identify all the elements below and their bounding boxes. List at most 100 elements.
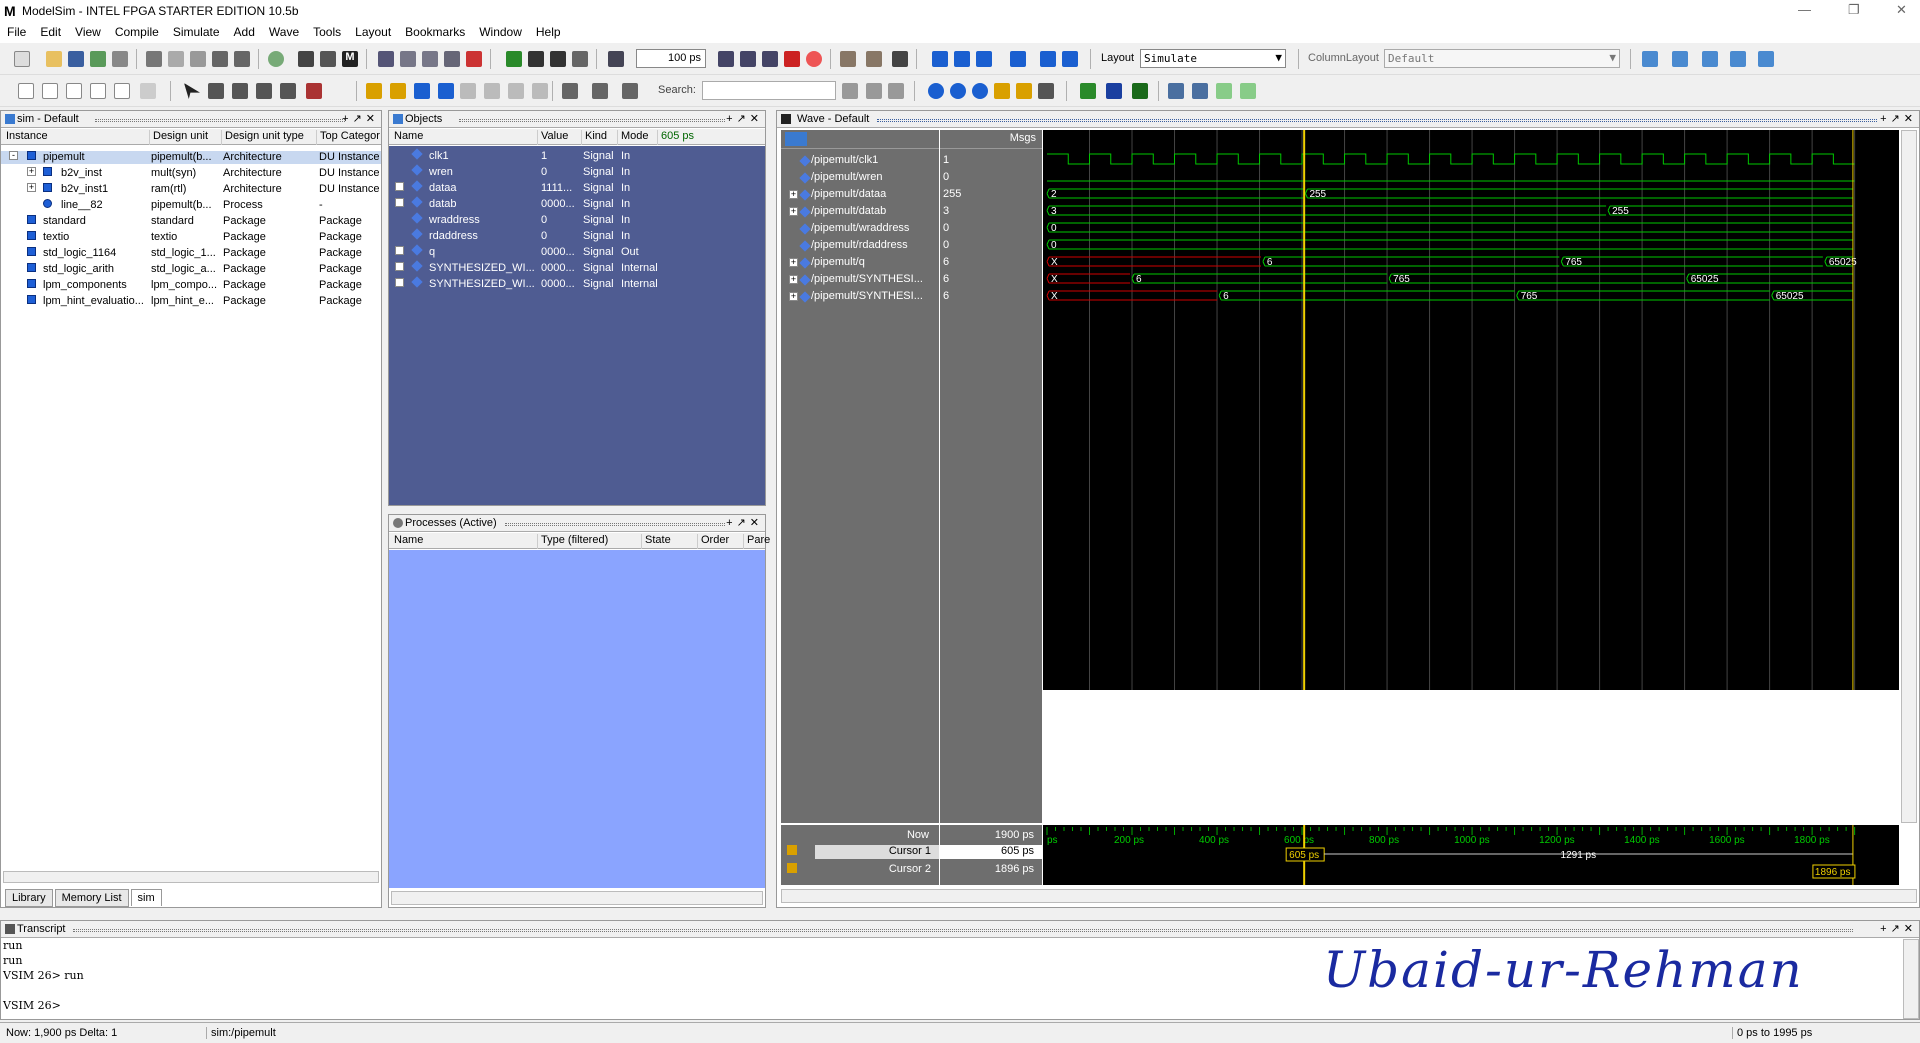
menu-layout[interactable]: Layout xyxy=(348,23,398,39)
up-arrow-icon[interactable] xyxy=(528,51,544,67)
col-design-unit-type[interactable]: Design unit type xyxy=(221,130,304,145)
wave-loop-icon[interactable] xyxy=(954,51,970,67)
list-item[interactable]: wraddress 0 Signal In xyxy=(389,212,765,227)
cursor2-label[interactable]: Cursor 2 xyxy=(889,863,931,875)
run-length-input[interactable]: 100 ps xyxy=(636,49,706,68)
expand-icon[interactable]: + xyxy=(789,207,798,216)
wave-style-icon-4[interactable] xyxy=(1240,83,1256,99)
col-instance[interactable]: Instance xyxy=(3,130,48,145)
pane-controls[interactable]: +↗✕ xyxy=(1880,922,1917,935)
sim-icon-3[interactable] xyxy=(422,51,438,67)
zoom-box-icon[interactable] xyxy=(1038,83,1054,99)
wave-signal-row[interactable]: /pipemult/clk1 xyxy=(781,152,939,169)
forward-arrow-icon[interactable] xyxy=(572,51,588,67)
tab-sim[interactable]: sim xyxy=(130,889,162,906)
menu-bookmarks[interactable]: Bookmarks xyxy=(398,23,472,39)
window-icon-3[interactable] xyxy=(1702,51,1718,67)
run-icon[interactable] xyxy=(718,51,734,67)
table-row[interactable]: + b2v_inst1 ram(rtl) Architecture DU Ins… xyxy=(1,183,381,196)
list-item[interactable]: + SYNTHESIZED_WI... 0000... Signal Internal xyxy=(389,276,765,291)
restore-icon[interactable]: ❐ xyxy=(1848,2,1860,18)
lock-icon[interactable] xyxy=(787,845,797,855)
find-icon[interactable] xyxy=(298,51,314,67)
new-file-icon[interactable] xyxy=(14,51,30,67)
wave-up-icon[interactable] xyxy=(976,51,992,67)
cursor-remove-icon[interactable] xyxy=(390,83,406,99)
table-row[interactable]: line__82 pipemult(b... Process - xyxy=(1,199,381,212)
wave-step-icon[interactable] xyxy=(1040,51,1056,67)
reload-icon[interactable] xyxy=(90,51,106,67)
layout-select[interactable]: Simulate ▼ xyxy=(1140,49,1286,68)
open-folder-icon[interactable] xyxy=(46,51,62,67)
col-mode[interactable]: Mode xyxy=(617,130,649,145)
table-row[interactable]: lpm_components lpm_compo... Package Pack… xyxy=(1,279,381,292)
menu-compile[interactable]: Compile xyxy=(108,23,166,39)
grid-icon[interactable] xyxy=(320,51,336,67)
undo-icon[interactable] xyxy=(212,51,228,67)
transcript-text[interactable]: run run VSIM 26> run VSIM 26> Ubaid-ur-R… xyxy=(3,939,1899,1019)
menu-edit[interactable]: Edit xyxy=(33,23,68,39)
wave-signal-row[interactable]: /pipemult/rdaddress xyxy=(781,237,939,254)
back-arrow-icon[interactable] xyxy=(550,51,566,67)
col-name[interactable]: Name xyxy=(391,534,423,549)
wave-select-icon[interactable] xyxy=(785,132,807,146)
wave-signal-row[interactable]: /pipemult/wraddress xyxy=(781,220,939,237)
col-kind[interactable]: Kind xyxy=(581,130,607,145)
expand-icon[interactable]: + xyxy=(27,183,36,192)
table-row[interactable]: - pipemult pipemult(b... Architecture DU… xyxy=(1,151,381,164)
save-icon[interactable] xyxy=(68,51,84,67)
cursor1-value[interactable]: 605 ps xyxy=(940,845,1042,859)
list-item[interactable]: rdaddress 0 Signal In xyxy=(389,228,765,243)
window-icon-4[interactable] xyxy=(1730,51,1746,67)
paste-icon[interactable] xyxy=(190,51,206,67)
mode-icon-2[interactable] xyxy=(42,83,58,99)
step-over-icon[interactable] xyxy=(866,51,882,67)
wave-style-icon-1[interactable] xyxy=(1168,83,1184,99)
cursor-prev-icon[interactable] xyxy=(414,83,430,99)
continue-icon[interactable] xyxy=(740,51,756,67)
pane-controls[interactable]: +↗✕ xyxy=(342,112,379,125)
menu-simulate[interactable]: Simulate xyxy=(166,23,227,39)
lock-icon[interactable] xyxy=(787,863,797,873)
col-state[interactable]: State xyxy=(641,534,671,549)
edge-icon-4[interactable] xyxy=(532,83,548,99)
zoom-out-icon[interactable] xyxy=(950,83,966,99)
marker-icon[interactable] xyxy=(306,83,322,99)
vertical-scrollbar[interactable] xyxy=(1903,939,1919,1019)
horizontal-scrollbar[interactable] xyxy=(391,891,763,905)
sim-icon-4[interactable] xyxy=(444,51,460,67)
compile-icon[interactable] xyxy=(268,51,284,67)
col-value[interactable]: Value xyxy=(537,130,568,145)
copy-icon[interactable] xyxy=(168,51,184,67)
list-item[interactable]: clk1 1 Signal In xyxy=(389,148,765,163)
pane-controls[interactable]: +↗✕ xyxy=(1880,112,1917,125)
expand-icon[interactable]: + xyxy=(789,275,798,284)
expand-icon[interactable]: + xyxy=(789,258,798,267)
list-item[interactable]: + q 0000... Signal Out xyxy=(389,244,765,259)
col-type[interactable]: Type (filtered) xyxy=(537,534,608,549)
col-design-unit[interactable]: Design unit xyxy=(149,130,208,145)
zoom-full-icon[interactable] xyxy=(972,83,988,99)
redo-icon[interactable] xyxy=(234,51,250,67)
table-row[interactable]: + b2v_inst mult(syn) Architecture DU Ins… xyxy=(1,167,381,180)
wave-format-icon-2[interactable] xyxy=(1106,83,1122,99)
edit-wave-icon[interactable] xyxy=(280,83,296,99)
menu-file[interactable]: File xyxy=(0,23,33,39)
menu-view[interactable]: View xyxy=(68,23,108,39)
wave-signal-row[interactable]: /pipemult/wren xyxy=(781,169,939,186)
menu-help[interactable]: Help xyxy=(529,23,568,39)
wave-signal-row[interactable]: + /pipemult/SYNTHESI... xyxy=(781,288,939,305)
table-row[interactable]: std_logic_1164 std_logic_1... Package Pa… xyxy=(1,247,381,260)
column-layout-select[interactable]: Default ▼ xyxy=(1384,49,1620,68)
edge-next-icon[interactable] xyxy=(484,83,500,99)
vertical-scrollbar[interactable] xyxy=(1901,130,1917,823)
sim-icon-2[interactable] xyxy=(400,51,416,67)
pane-controls[interactable]: +↗✕ xyxy=(726,516,763,529)
horizontal-scrollbar[interactable] xyxy=(781,889,1917,903)
collapse-icon[interactable] xyxy=(592,83,608,99)
cut-icon[interactable] xyxy=(146,51,162,67)
expand-icon[interactable]: + xyxy=(789,292,798,301)
sim-icon-1[interactable] xyxy=(378,51,394,67)
zoom-range-icon[interactable] xyxy=(1016,83,1032,99)
modelsim-icon[interactable]: M xyxy=(342,51,358,67)
